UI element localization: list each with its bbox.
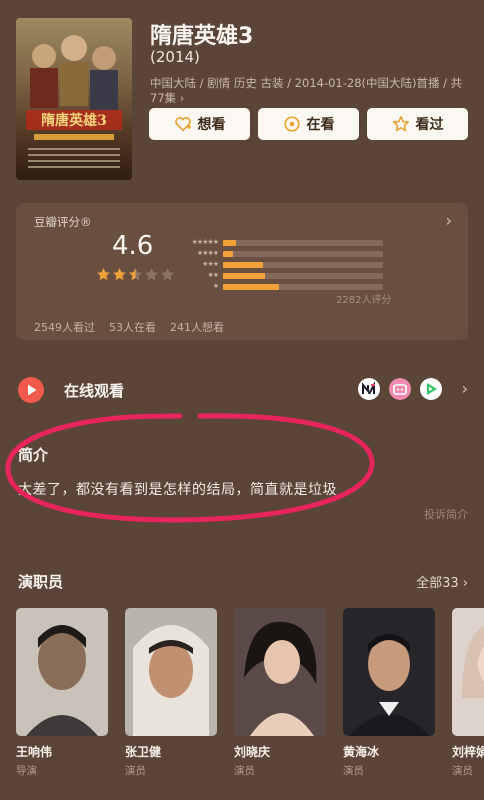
watch-online-row[interactable]: 在线观看 ›	[0, 370, 484, 410]
distribution-bar	[223, 250, 383, 257]
intro-text[interactable]: 太差了，都没有看到是怎样的结局，简直就是垃圾	[18, 479, 337, 499]
cast-all-link[interactable]: 全部33 ›	[416, 572, 468, 591]
cast-role: 演员	[343, 765, 364, 777]
cast-card[interactable]: 刘晓庆 演员	[234, 608, 326, 778]
chevron-right-icon[interactable]: ›	[446, 211, 452, 230]
cast-role: 演员	[452, 765, 473, 777]
watching-button[interactable]: 在看	[258, 108, 359, 140]
bilibili-icon[interactable]	[389, 378, 411, 400]
cast-role: 导演	[16, 765, 37, 777]
mgtv-icon[interactable]	[358, 378, 380, 400]
watch-online-title: 在线观看	[64, 382, 125, 400]
movie-poster[interactable]: 隋唐英雄3	[16, 18, 132, 180]
watched-label: 看过	[415, 117, 444, 133]
report-intro-link[interactable]: 投诉简介	[424, 506, 468, 522]
rating-score: 4.6	[112, 231, 154, 261]
movie-year: (2014)	[150, 48, 200, 66]
want-to-watch-button[interactable]: 想看	[149, 108, 250, 140]
distribution-fill	[223, 261, 263, 268]
iqiyi-icon[interactable]	[420, 378, 442, 400]
distribution-stars-label: ★★★	[202, 260, 219, 268]
cast-role: 演员	[125, 765, 146, 777]
movie-header: 隋唐英雄3 隋唐英雄3 (2014) 中国大陆 / 剧情 历史 古装 / 201…	[0, 0, 484, 190]
star-empty-icon	[145, 268, 158, 281]
distribution-stars-label: ★	[212, 282, 219, 290]
intro-title: 简介	[18, 446, 49, 464]
distribution-bar	[223, 283, 383, 290]
cast-name: 张卫健	[125, 745, 162, 759]
cast-name: 刘晓庆	[234, 745, 271, 759]
distribution-stars-label: ★★★★	[196, 249, 219, 257]
play-icon	[18, 377, 44, 403]
cast-card[interactable]: 黄海冰 演员	[343, 608, 435, 778]
want-to-watch-label: 想看	[197, 117, 226, 133]
star-half-icon	[129, 268, 142, 281]
rating-count: 2282人评分	[336, 295, 392, 306]
movie-meta[interactable]: 中国大陆 / 剧情 历史 古装 / 2014-01-28(中国大陆)首播 / 共…	[150, 76, 468, 106]
target-circle-icon	[283, 116, 300, 132]
rating-card[interactable]: 豆瓣评分® › 4.6 ★★★★★ ★★★★ ★★★ ★★ ★ 2282人评分 …	[16, 203, 468, 340]
watching-count[interactable]: 53人在看	[109, 319, 156, 335]
cast-list: 王响伟 导演 张卫健 演员 刘晓庆 演员 黄海冰 演员 刘梓娟 演员	[16, 608, 484, 800]
cast-photo	[452, 608, 484, 736]
distribution-row-5: ★★★★★	[178, 237, 388, 248]
cast-photo	[234, 608, 326, 736]
annotation-circle	[5, 413, 375, 523]
distribution-row-4: ★★★★	[178, 248, 388, 259]
star-outline-icon	[392, 116, 409, 132]
distribution-stars-label: ★★	[207, 271, 219, 279]
heart-plus-icon	[174, 117, 191, 132]
star-full-icon	[97, 268, 110, 281]
svg-text:隋唐英雄3: 隋唐英雄3	[41, 112, 107, 129]
cast-card[interactable]: 刘梓娟 演员	[452, 608, 484, 778]
rating-stars	[96, 267, 175, 282]
cast-name: 王响伟	[16, 745, 53, 759]
cast-card[interactable]: 张卫健 演员	[125, 608, 217, 778]
watched-count[interactable]: 2549人看过	[34, 319, 95, 335]
audience-stats: 2549人看过 53人在看 241人想看	[34, 319, 224, 335]
cast-name: 黄海冰	[343, 745, 380, 759]
cast-role: 演员	[234, 765, 255, 777]
star-full-icon	[113, 268, 126, 281]
movie-title: 隋唐英雄3	[150, 24, 254, 49]
star-empty-icon	[161, 268, 174, 281]
distribution-fill	[223, 250, 233, 257]
rating-distribution: ★★★★★ ★★★★ ★★★ ★★ ★	[178, 237, 388, 292]
distribution-bar	[223, 239, 383, 246]
cast-photo	[16, 608, 108, 736]
cast-photo	[343, 608, 435, 736]
cast-title: 演职员	[18, 573, 64, 591]
distribution-bar	[223, 272, 383, 279]
distribution-row-3: ★★★	[178, 259, 388, 270]
cast-photo	[125, 608, 217, 736]
chevron-right-icon[interactable]: ›	[462, 379, 468, 398]
wish-count[interactable]: 241人想看	[170, 319, 224, 335]
distribution-stars-label: ★★★★★	[191, 238, 219, 246]
distribution-fill	[223, 283, 279, 290]
cast-name: 刘梓娟	[452, 745, 484, 759]
watched-button[interactable]: 看过	[367, 108, 468, 140]
rating-label: 豆瓣评分®	[34, 215, 92, 229]
watching-label: 在看	[306, 117, 335, 133]
distribution-row-2: ★★	[178, 270, 388, 281]
distribution-bar	[223, 261, 383, 268]
distribution-fill	[223, 239, 236, 246]
distribution-fill	[223, 272, 265, 279]
cast-card[interactable]: 王响伟 导演	[16, 608, 108, 778]
